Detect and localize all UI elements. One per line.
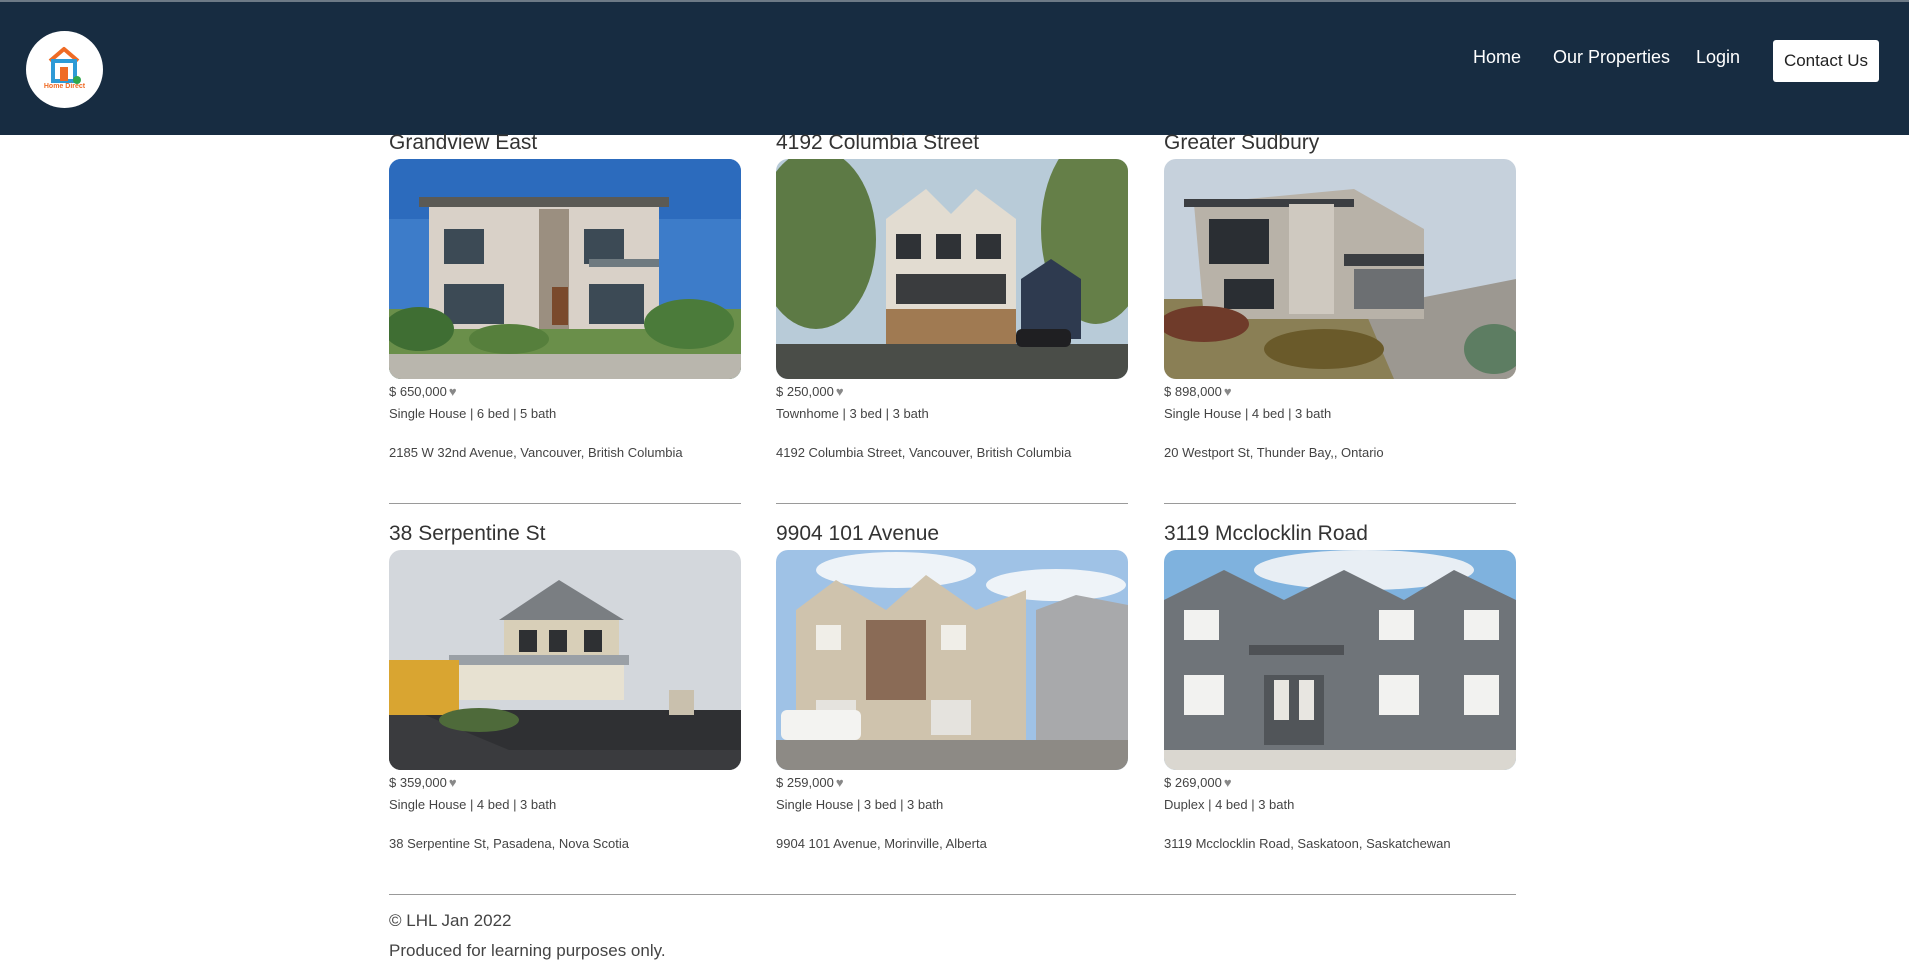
house-photo[interactable]	[389, 159, 741, 379]
listing-price: $ 359,000	[389, 775, 447, 790]
heart-icon[interactable]: ♥	[836, 384, 844, 399]
listing-details: Single House | 4 bed | 3 bath	[1164, 406, 1332, 421]
listing-card[interactable]: Greater Sudbury $ 898,000 ♥ Single House …	[1164, 129, 1516, 462]
footer-divider	[389, 894, 1516, 895]
listing-details: Single House | 6 bed | 5 bath	[389, 406, 557, 421]
listing-card[interactable]: 3119 Mcclocklin Road $ 269,000 ♥ Duplex |…	[1164, 520, 1516, 853]
house-logo-icon	[48, 47, 81, 84]
listing-address: 3119 Mcclocklin Road, Saskatoon, Saskatc…	[1164, 836, 1451, 851]
listing-price-row: $ 650,000 ♥	[389, 383, 741, 401]
listing-price-row: $ 250,000 ♥	[776, 383, 1128, 401]
listing-title[interactable]: 3119 Mcclocklin Road	[1164, 520, 1516, 548]
card-divider	[389, 503, 741, 504]
listing-title[interactable]: Greater Sudbury	[1164, 129, 1516, 157]
listing-price-row: $ 269,000 ♥	[1164, 774, 1516, 792]
logo-wordmark: Home Direct	[43, 83, 86, 90]
listing-price: $ 269,000	[1164, 775, 1222, 790]
nav-our-properties-link[interactable]: Our Properties	[1553, 47, 1670, 68]
listing-address: 20 Westport St, Thunder Bay,, Ontario	[1164, 445, 1384, 460]
listing-title[interactable]: 4192 Columbia Street	[776, 129, 1128, 157]
nav-home-link[interactable]: Home	[1473, 47, 1521, 68]
house-photo[interactable]	[1164, 550, 1516, 770]
listing-card[interactable]: Grandview East $ 650,000 ♥ Single House |…	[389, 129, 741, 462]
listing-title[interactable]: 9904 101 Avenue	[776, 520, 1128, 548]
listing-price-row: $ 359,000 ♥	[389, 774, 741, 792]
listing-card[interactable]: 4192 Columbia Street $ 250,000 ♥ Townhome…	[776, 129, 1128, 462]
listing-title[interactable]: 38 Serpentine St	[389, 520, 741, 548]
house-photo[interactable]	[1164, 159, 1516, 379]
contact-us-button[interactable]: Contact Us	[1773, 40, 1879, 82]
home-direct-logo[interactable]: Home Direct	[26, 31, 103, 108]
listing-price-row: $ 898,000 ♥	[1164, 383, 1516, 401]
heart-icon[interactable]: ♥	[1224, 775, 1232, 790]
card-divider	[1164, 503, 1516, 504]
listing-details: Duplex | 4 bed | 3 bath	[1164, 797, 1295, 812]
heart-icon[interactable]: ♥	[1224, 384, 1232, 399]
listing-details: Single House | 4 bed | 3 bath	[389, 797, 557, 812]
house-photo[interactable]	[389, 550, 741, 770]
listing-card[interactable]: 9904 101 Avenue $ 259,000 ♥ Single House …	[776, 520, 1128, 853]
nav-login-link[interactable]: Login	[1696, 47, 1740, 68]
listing-details: Single House | 3 bed | 3 bath	[776, 797, 944, 812]
card-divider	[776, 503, 1128, 504]
listing-address: 4192 Columbia Street, Vancouver, British…	[776, 445, 1072, 460]
listing-address: 2185 W 32nd Avenue, Vancouver, British C…	[389, 445, 683, 460]
footer-note: Produced for learning purposes only.	[389, 941, 666, 960]
listing-price: $ 650,000	[389, 384, 447, 399]
listing-card[interactable]: 38 Serpentine St $ 359,000 ♥ Single House…	[389, 520, 741, 853]
house-photo[interactable]	[776, 550, 1128, 770]
listing-price: $ 259,000	[776, 775, 834, 790]
listing-price: $ 898,000	[1164, 384, 1222, 399]
listing-price: $ 250,000	[776, 384, 834, 399]
listing-details: Townhome | 3 bed | 3 bath	[776, 406, 929, 421]
listing-title[interactable]: Grandview East	[389, 129, 741, 157]
listing-address: 38 Serpentine St, Pasadena, Nova Scotia	[389, 836, 629, 851]
listing-price-row: $ 259,000 ♥	[776, 774, 1128, 792]
footer-copyright: © LHL Jan 2022	[389, 911, 512, 930]
listing-address: 9904 101 Avenue, Morinville, Alberta	[776, 836, 987, 851]
heart-icon[interactable]: ♥	[836, 775, 844, 790]
site-header: Home Direct Home Our Properties Login Co…	[0, 2, 1909, 135]
house-photo[interactable]	[776, 159, 1128, 379]
heart-icon[interactable]: ♥	[449, 775, 457, 790]
heart-icon[interactable]: ♥	[449, 384, 457, 399]
